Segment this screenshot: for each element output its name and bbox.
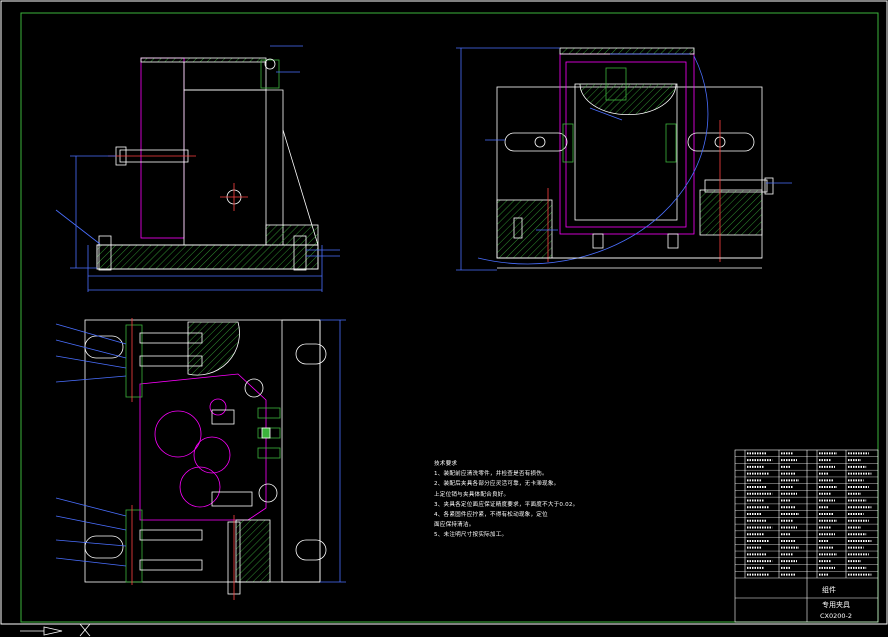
tech-requirement-line: 3、夹具各定位面应保证精度要求，平面度不大于0.02。 xyxy=(434,501,579,508)
title-block-material: 组件 xyxy=(822,585,836,594)
tech-requirement-line: 上定位销与夹具体配合良好。 xyxy=(434,491,510,498)
tech-requirement-line: 5、未注明尺寸按实际加工。 xyxy=(434,532,508,539)
title-block-name: 专用夹具 xyxy=(822,600,850,609)
tech-requirement-line: 面应保持清洁。 xyxy=(434,522,475,529)
title-block-drawing-no: CX0200-2 xyxy=(820,612,852,620)
tech-requirement-line: 2、装配后夹具各部分应灵活可靠，无卡滞现象。 xyxy=(434,481,560,488)
top-view xyxy=(55,318,346,600)
bom-cell-text xyxy=(747,452,872,576)
front-view xyxy=(55,45,340,292)
cad-drawing: 组件 专用夹具 CX0200-2 xyxy=(0,0,888,637)
tech-requirements: 技术要求 1、装配前应清洗零件，并检查是否有损伤。 2、装配后夹具各部分应灵活可… xyxy=(434,459,624,541)
tech-requirement-line: 4、各紧固件应拧紧，不得有松动现象，定位 xyxy=(434,512,548,519)
bom-table xyxy=(734,449,879,623)
tech-requirement-line: 1、装配前应清洗零件，并检查是否有损伤。 xyxy=(434,471,548,478)
tech-requirements-title: 技术要求 xyxy=(434,461,458,467)
sheet-mark xyxy=(20,623,91,637)
side-view xyxy=(456,47,792,271)
